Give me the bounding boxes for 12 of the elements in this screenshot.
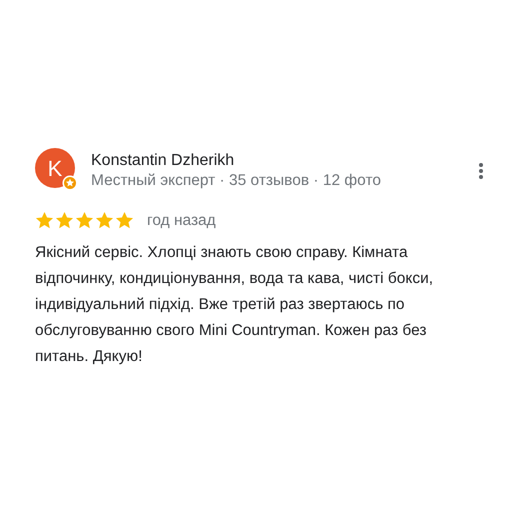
more-options-icon[interactable]	[478, 162, 484, 180]
star-icon	[55, 211, 74, 230]
local-guide-badge-icon	[62, 175, 78, 191]
star-icon	[35, 211, 54, 230]
review-time: год назад	[147, 211, 216, 231]
star-icon	[115, 211, 134, 230]
review-text: Якісний сервіс. Хлопці знають свою справу. Кімната відпочинку, кондиціонування, вода та кава, чисті бокси, індивідуальний підхід. Вже третій раз звертаюсь по обслуговуванню свого Mini Countryman. Кожен раз без питань. Дякую!	[35, 243, 434, 368]
star-icon	[95, 211, 114, 230]
author-meta: Местный эксперт · 35 отзывов · 12 фото	[91, 171, 382, 191]
star-icon	[75, 211, 94, 230]
avatar[interactable]: K	[35, 148, 75, 188]
author-name[interactable]: Konstantin Dzherikh	[91, 151, 478, 171]
